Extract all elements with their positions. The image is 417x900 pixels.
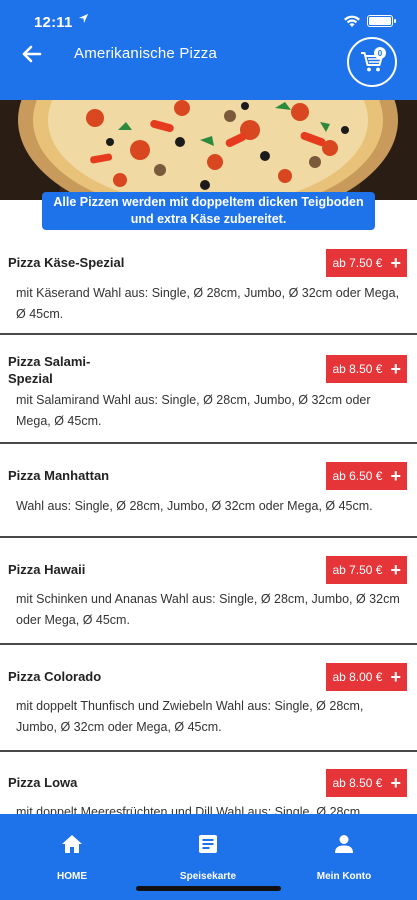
person-icon (335, 835, 353, 853)
item-name: Pizza Käse-Spezial (8, 255, 125, 270)
list-item[interactable]: Pizza Manhattan ab 6.50 € + Wahl aus: Sin… (0, 444, 417, 538)
nav-item-home[interactable]: HOME (12, 832, 132, 884)
status-time: 12:11 (34, 14, 73, 31)
add-to-cart-button[interactable]: ab 7.50 € + (326, 249, 407, 277)
plus-icon: + (390, 667, 401, 687)
page-title: Amerikanische Pizza (74, 45, 218, 62)
cart-button[interactable]: 0 (347, 37, 397, 87)
nav-label: HOME (57, 871, 87, 882)
list-item[interactable]: Pizza Colorado ab 8.00 € + mit doppelt Th… (0, 645, 417, 752)
nav-item-account[interactable]: Mein Konto (284, 832, 404, 884)
item-description: mit Salamirand Wahl aus: Single, Ø 28cm,… (16, 393, 371, 428)
item-name: Pizza Colorado (8, 669, 102, 684)
item-price: ab 6.50 € (332, 469, 383, 483)
item-description: mit Schinken und Ananas Wahl aus: Single… (16, 592, 400, 627)
add-to-cart-button[interactable]: ab 8.50 € + (326, 769, 407, 797)
list-item[interactable]: Pizza Hawaii ab 7.50 € + mit Schinken und… (0, 538, 417, 645)
arrow-left-icon (22, 45, 42, 63)
nav-item-menu[interactable]: Speisekarte (148, 832, 268, 884)
add-to-cart-button[interactable]: ab 7.50 € + (326, 556, 407, 584)
info-banner-line: Alle Pizzen werden mit doppeltem dicken … (53, 195, 364, 209)
home-indicator (136, 886, 281, 891)
item-price: ab 8.50 € (332, 362, 383, 376)
item-price: ab 8.50 € (332, 776, 383, 790)
item-name: Pizza Salami-Spezial (8, 354, 91, 386)
item-price: ab 8.00 € (332, 670, 383, 684)
info-banner-line: und extra Käse zubereitet. (130, 212, 287, 226)
item-name: Pizza Manhattan (8, 468, 110, 483)
location-arrow-icon (78, 13, 89, 27)
status-icons (343, 14, 396, 28)
list-item[interactable]: Pizza Salami-Spezial ab 8.50 € + mit Sala… (0, 335, 417, 444)
list-item[interactable]: Pizza Käse-Spezial ab 7.50 € + mit Käsera… (0, 232, 417, 335)
nav-label: Speisekarte (179, 871, 237, 882)
item-price: ab 7.50 € (332, 256, 383, 270)
app-header: 12:11 Amerikanische Pizza 0 (0, 0, 417, 100)
wifi-icon (344, 15, 360, 27)
plus-icon: + (390, 253, 401, 273)
plus-icon: + (390, 466, 401, 486)
plus-icon: + (390, 773, 401, 793)
info-banner: Alle Pizzen werden mit doppeltem dicken … (42, 192, 375, 230)
menu-card-icon (199, 835, 217, 853)
add-to-cart-button[interactable]: ab 8.50 € + (326, 355, 407, 383)
add-to-cart-button[interactable]: ab 6.50 € + (326, 462, 407, 490)
plus-icon: + (390, 560, 401, 580)
item-name: Pizza Lowa (8, 775, 78, 790)
item-price: ab 7.50 € (332, 563, 383, 577)
home-icon (62, 835, 82, 853)
pizza-hero-image (0, 100, 417, 200)
nav-label: Mein Konto (316, 871, 372, 882)
cart-count-badge: 0 (374, 47, 386, 59)
item-description: mit doppelt Thunfisch und Zwiebeln Wahl … (16, 699, 364, 734)
status-bar: 12:11 (0, 0, 417, 40)
plus-icon: + (390, 359, 401, 379)
battery-icon (367, 15, 396, 27)
menu-list: Pizza Käse-Spezial ab 7.50 € + mit Käsera… (0, 232, 417, 832)
add-to-cart-button[interactable]: ab 8.00 € + (326, 663, 407, 691)
item-name: Pizza Hawaii (8, 562, 86, 577)
item-description: mit Käserand Wahl aus: Single, Ø 28cm, J… (16, 286, 400, 321)
back-button[interactable] (20, 42, 44, 66)
item-description: Wahl aus: Single, Ø 28cm, Jumbo, Ø 32cm … (16, 499, 373, 513)
